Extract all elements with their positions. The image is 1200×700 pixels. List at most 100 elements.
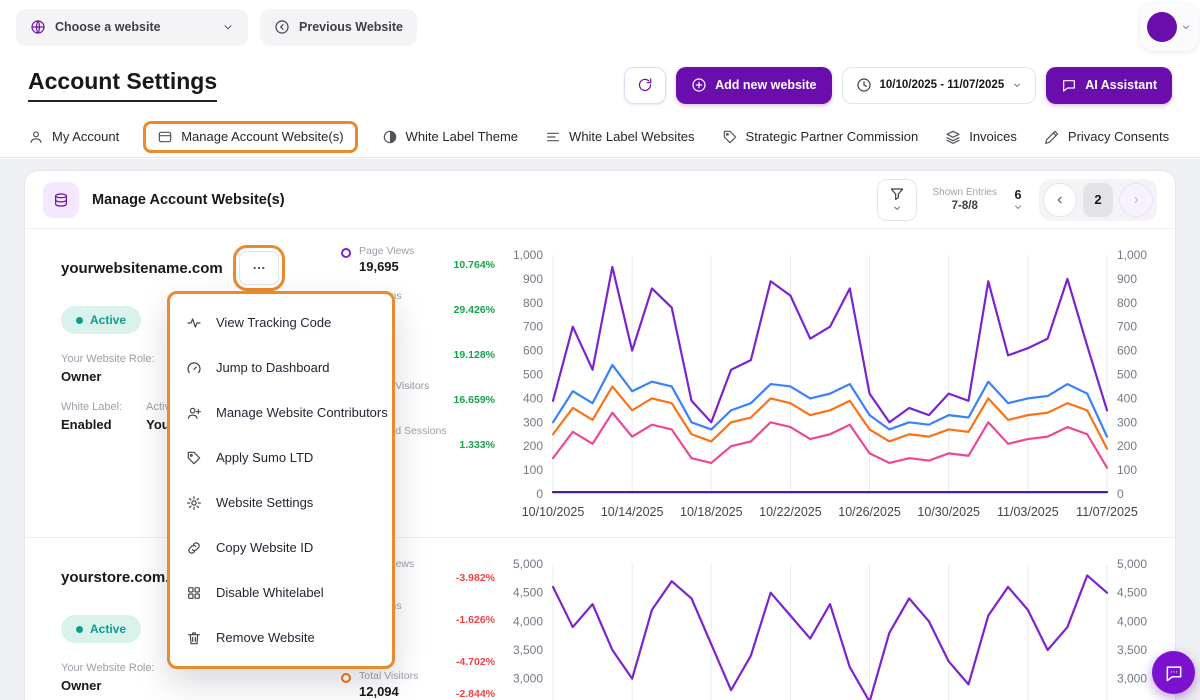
refresh-button[interactable] (624, 67, 666, 104)
tag-icon (722, 129, 738, 145)
account-settings-page: Choose a website Previous Website Accoun… (0, 0, 1200, 700)
tab-white-label-theme[interactable]: White Label Theme (382, 129, 519, 145)
svg-text:3,000: 3,000 (1117, 672, 1147, 686)
list-icon (545, 129, 561, 145)
svg-text:0: 0 (1117, 487, 1124, 501)
page-size-select[interactable]: 6 (1013, 188, 1023, 212)
svg-text:600: 600 (523, 344, 543, 358)
filter-button[interactable] (877, 179, 917, 221)
pagination: 2 (1039, 179, 1157, 221)
svg-text:100: 100 (523, 463, 543, 477)
grid-icon (186, 585, 202, 601)
svg-text:11/03/2025: 11/03/2025 (997, 505, 1059, 519)
menu-item-disable-whitelabel[interactable]: Disable Whitelabel (170, 570, 392, 615)
chevron-down-icon (222, 21, 234, 33)
card-tools: Shown Entries 7-8/8 6 2 (877, 179, 1157, 221)
tab-strategic-partner-commission[interactable]: Strategic Partner Commission (722, 129, 919, 145)
menu-item-apply-sumo-ltd[interactable]: Apply Sumo LTD (170, 435, 392, 480)
svg-text:10/26/2025: 10/26/2025 (838, 505, 901, 519)
choose-website-dropdown[interactable]: Choose a website (16, 9, 248, 46)
svg-text:5,000: 5,000 (1117, 557, 1147, 571)
chat-icon (1164, 663, 1184, 683)
previous-website-label: Previous Website (299, 20, 403, 34)
next-page-button[interactable] (1119, 183, 1153, 217)
clock-icon (856, 77, 872, 93)
date-range-label: 10/10/2025 - 11/07/2025 (880, 79, 1005, 91)
gauge-icon (186, 360, 202, 376)
tab-white-label-websites[interactable]: White Label Websites (545, 129, 695, 145)
svg-text:10/14/2025: 10/14/2025 (601, 505, 664, 519)
svg-text:100: 100 (1117, 463, 1137, 477)
svg-text:4,000: 4,000 (513, 614, 543, 628)
svg-text:5,000: 5,000 (513, 557, 543, 571)
tag-icon (186, 450, 202, 466)
svg-text:3,000: 3,000 (513, 672, 543, 686)
date-range-picker[interactable]: 10/10/2025 - 11/07/2025 (842, 67, 1037, 104)
svg-text:10/30/2025: 10/30/2025 (917, 505, 980, 519)
website-chart-area: 2,0002,0002,5002,5003,0003,0003,5003,500… (501, 552, 1159, 700)
tab-privacy-consents[interactable]: Privacy Consents (1044, 129, 1169, 145)
previous-page-button[interactable] (1043, 183, 1077, 217)
menu-item-website-settings[interactable]: Website Settings (170, 480, 392, 525)
chevron-down-icon (892, 203, 902, 213)
role-value: Owner (61, 678, 333, 693)
svg-text:11/07/2025: 11/07/2025 (1076, 505, 1138, 519)
white-label-label: White Label: (61, 401, 122, 413)
dots-horizontal-icon (251, 260, 267, 276)
status-dot (76, 626, 83, 633)
database-icon (43, 182, 79, 218)
user-icon (28, 129, 44, 145)
svg-text:10/18/2025: 10/18/2025 (680, 505, 743, 519)
white-label-value: Enabled (61, 417, 122, 432)
menu-item-remove-website[interactable]: Remove Website (170, 615, 392, 660)
menu-item-view-tracking-code[interactable]: View Tracking Code (170, 300, 392, 345)
svg-text:4,500: 4,500 (1117, 586, 1147, 600)
header-actions: Add new website 10/10/2025 - 11/07/2025 … (624, 67, 1172, 104)
ai-assistant-label: AI Assistant (1085, 78, 1157, 92)
website-name: yourstore.com... (61, 569, 178, 586)
svg-text:400: 400 (1117, 391, 1137, 405)
svg-text:10/22/2025: 10/22/2025 (759, 505, 822, 519)
chat-icon (1061, 77, 1077, 93)
svg-text:800: 800 (523, 296, 543, 310)
traffic-chart: 10/10/202510/14/202510/18/202510/22/2025… (501, 243, 1159, 524)
svg-text:900: 900 (1117, 272, 1137, 286)
svg-text:300: 300 (1117, 415, 1137, 429)
card-icon (157, 129, 173, 145)
status-badge: Active (61, 615, 141, 643)
add-new-website-button[interactable]: Add new website (676, 67, 831, 104)
svg-text:800: 800 (1117, 296, 1137, 310)
svg-text:600: 600 (1117, 344, 1137, 358)
menu-item-manage-website-contributors[interactable]: Manage Website Contributors (170, 390, 392, 435)
svg-text:3,500: 3,500 (1117, 643, 1147, 657)
globe-icon (30, 19, 46, 35)
support-chat-button[interactable] (1152, 651, 1195, 694)
chevron-down-icon (1181, 22, 1191, 32)
svg-text:200: 200 (523, 439, 543, 453)
website-chart-area: 10/10/202510/14/202510/18/202510/22/2025… (501, 243, 1159, 523)
top-bar: Choose a website Previous Website (0, 0, 1200, 54)
choose-website-label: Choose a website (55, 20, 161, 34)
user-menu[interactable] (1140, 3, 1198, 51)
svg-text:400: 400 (523, 391, 543, 405)
tab-manage-account-websites[interactable]: Manage Account Website(s) (143, 121, 357, 153)
svg-text:1,000: 1,000 (513, 248, 543, 262)
card-header: Manage Account Website(s) Shown Entries … (25, 171, 1175, 229)
tab-my-account[interactable]: My Account (28, 129, 119, 145)
chevron-down-icon (1012, 80, 1022, 90)
add-new-website-label: Add new website (715, 78, 816, 92)
menu-item-copy-website-id[interactable]: Copy Website ID (170, 525, 392, 570)
ai-assistant-button[interactable]: AI Assistant (1046, 67, 1172, 104)
website-actions-button[interactable] (239, 251, 279, 285)
shown-entries: Shown Entries 7-8/8 (933, 187, 997, 212)
previous-website-button[interactable]: Previous Website (260, 9, 417, 46)
website-actions-menu: View Tracking Code Jump to Dashboard Man… (167, 291, 395, 669)
status-dot (76, 317, 83, 324)
avatar (1147, 12, 1177, 42)
tab-invoices[interactable]: Invoices (945, 129, 1017, 145)
plus-circle-icon (691, 77, 707, 93)
svg-text:3,500: 3,500 (513, 643, 543, 657)
half-circle-icon (382, 129, 398, 145)
current-page: 2 (1083, 183, 1113, 217)
menu-item-jump-to-dashboard[interactable]: Jump to Dashboard (170, 345, 392, 390)
